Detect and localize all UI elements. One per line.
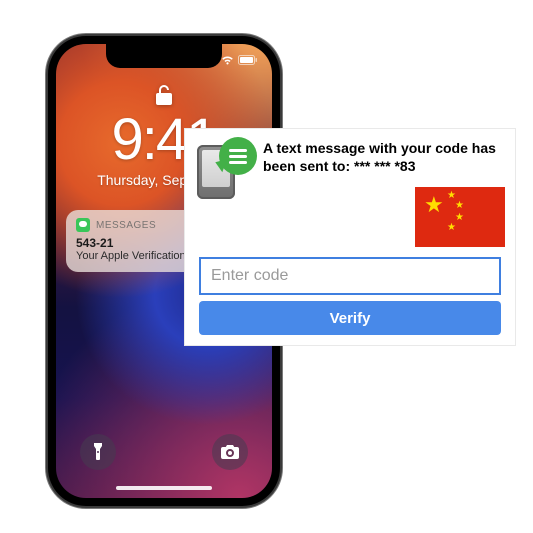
notification-app-label: MESSAGES xyxy=(96,220,156,231)
unlock-icon xyxy=(155,84,173,106)
flashlight-icon xyxy=(91,443,105,461)
messages-app-icon xyxy=(76,218,90,232)
verification-card: A text message with your code has been s… xyxy=(184,128,516,346)
wifi-icon xyxy=(221,55,234,65)
flashlight-button[interactable] xyxy=(80,434,116,470)
battery-icon xyxy=(238,55,258,65)
camera-button[interactable] xyxy=(212,434,248,470)
home-indicator[interactable] xyxy=(116,486,212,490)
chat-bubble-icon xyxy=(219,137,257,175)
camera-icon xyxy=(221,445,239,459)
phone-notch xyxy=(106,44,222,68)
china-flag-icon: ★ ★★★★ xyxy=(415,187,505,247)
verify-button[interactable]: Verify xyxy=(199,301,501,335)
code-input[interactable] xyxy=(199,257,501,295)
sms-phone-icon xyxy=(193,139,255,201)
